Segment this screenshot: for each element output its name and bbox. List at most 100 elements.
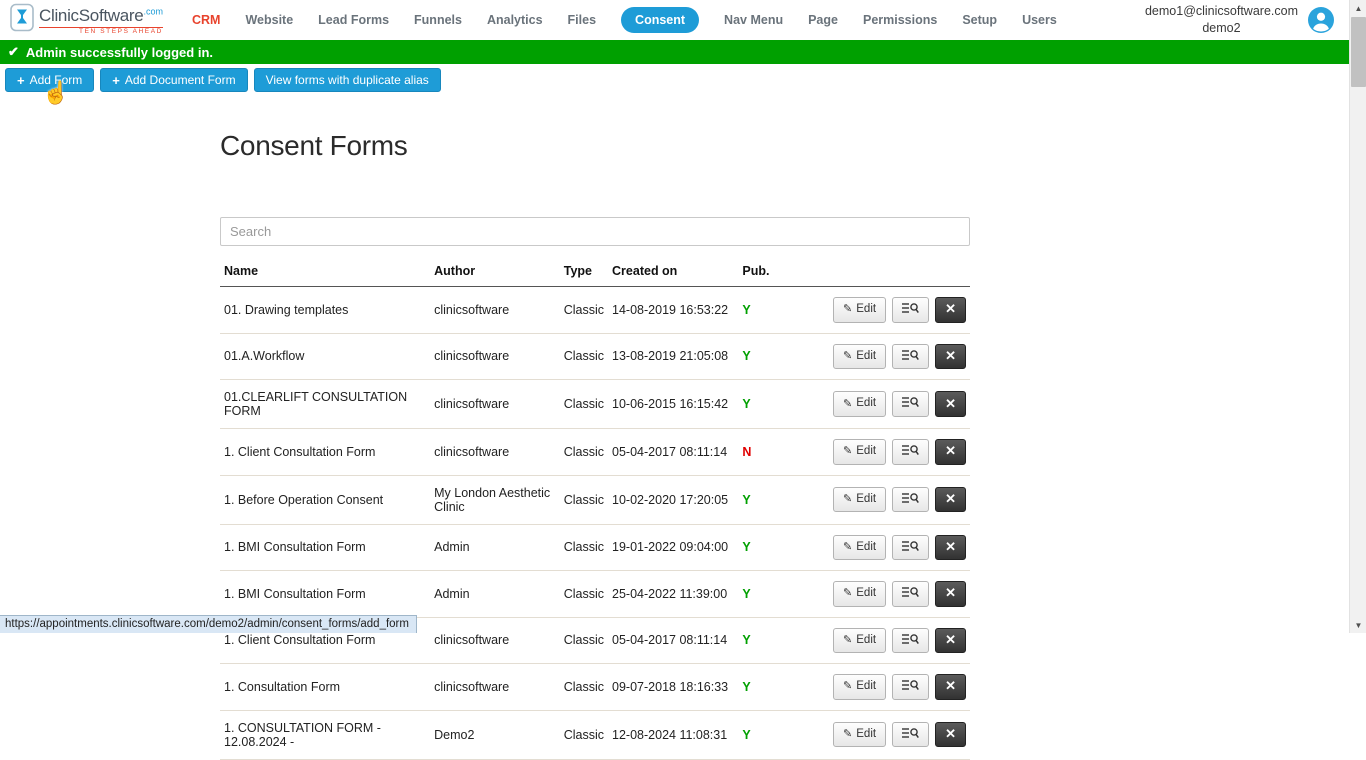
delete-button[interactable]: ✕ [935, 391, 966, 417]
edit-button[interactable]: ✎ Edit [833, 674, 886, 700]
form-type: Classic [560, 380, 608, 429]
table-row: 1. BMI Consultation Form Admin Classic 2… [220, 571, 970, 618]
form-name: 01.CLEARLIFT CONSULTATION FORM [220, 380, 430, 429]
x-icon: ✕ [945, 726, 956, 741]
view-entries-button[interactable] [892, 297, 929, 323]
col-header-name: Name [220, 255, 430, 287]
form-author: Admin [430, 524, 560, 571]
view-duplicate-alias-button[interactable]: View forms with duplicate alias [254, 68, 441, 92]
table-row: 01. Drawing templates clinicsoftware Cla… [220, 287, 970, 334]
list-search-icon [902, 396, 919, 412]
edit-button[interactable]: ✎ Edit [833, 722, 886, 748]
toolbar: + Add Form + Add Document Form View form… [0, 64, 1366, 96]
add-document-form-label: Add Document Form [125, 73, 236, 87]
row-actions: ✎ Edit [821, 333, 970, 380]
view-entries-button[interactable] [892, 391, 929, 417]
view-entries-button[interactable] [892, 439, 929, 465]
form-author: Admin [430, 571, 560, 618]
form-name: 1. CONSULTATION FORM - 12.08.2024 - [220, 710, 430, 759]
edit-label: Edit [856, 351, 876, 363]
row-actions: ✎ Edit [821, 664, 970, 711]
delete-button[interactable]: ✕ [935, 628, 966, 654]
user-avatar-icon[interactable] [1308, 7, 1334, 33]
form-type: Classic [560, 524, 608, 571]
pencil-icon: ✎ [843, 446, 852, 457]
form-created-on: 10-06-2015 16:15:42 [608, 380, 738, 429]
view-entries-button[interactable] [892, 722, 929, 748]
account-email: demo1@clinicsoftware.com [1145, 3, 1298, 21]
nav-item-funnels[interactable]: Funnels [414, 13, 462, 27]
scroll-up-arrow-icon[interactable]: ▲ [1350, 0, 1366, 16]
consent-forms-table: Name Author Type Created on Pub. 01. Dra… [220, 255, 970, 760]
main-content: Consent Forms Name Author Type Created o… [220, 130, 970, 760]
row-actions: ✎ Edit [821, 475, 970, 524]
x-icon: ✕ [945, 539, 956, 554]
delete-button[interactable]: ✕ [935, 487, 966, 513]
edit-button[interactable]: ✎ Edit [833, 581, 886, 607]
delete-button[interactable]: ✕ [935, 674, 966, 700]
nav-item-nav-menu[interactable]: Nav Menu [724, 13, 783, 27]
clinicsoftware-logo[interactable]: ClinicSoftware.com TEN STEPS AHEAD [10, 3, 178, 37]
form-name: 1. Before Operation Consent [220, 475, 430, 524]
delete-button[interactable]: ✕ [935, 344, 966, 370]
delete-button[interactable]: ✕ [935, 297, 966, 323]
edit-button[interactable]: ✎ Edit [833, 344, 886, 370]
edit-label: Edit [856, 542, 876, 554]
view-entries-button[interactable] [892, 535, 929, 561]
nav-item-permissions[interactable]: Permissions [863, 13, 937, 27]
delete-button[interactable]: ✕ [935, 581, 966, 607]
view-entries-button[interactable] [892, 487, 929, 513]
nav-item-page[interactable]: Page [808, 13, 838, 27]
scrollbar-thumb[interactable] [1351, 17, 1366, 87]
list-search-icon [902, 679, 919, 695]
list-search-icon [902, 727, 919, 743]
nav-item-users[interactable]: Users [1022, 13, 1057, 27]
edit-button[interactable]: ✎ Edit [833, 628, 886, 654]
pencil-icon: ✎ [843, 399, 852, 410]
nav-item-files[interactable]: Files [568, 13, 597, 27]
form-author: Demo2 [430, 710, 560, 759]
x-icon: ✕ [945, 678, 956, 693]
list-search-icon [902, 586, 919, 602]
edit-button[interactable]: ✎ Edit [833, 297, 886, 323]
view-entries-button[interactable] [892, 674, 929, 700]
edit-button[interactable]: ✎ Edit [833, 439, 886, 465]
scroll-down-arrow-icon[interactable]: ▼ [1350, 617, 1366, 633]
nav-item-analytics[interactable]: Analytics [487, 13, 543, 27]
delete-button[interactable]: ✕ [935, 439, 966, 465]
nav-item-website[interactable]: Website [245, 13, 293, 27]
form-type: Classic [560, 333, 608, 380]
view-entries-button[interactable] [892, 344, 929, 370]
list-search-icon [902, 492, 919, 508]
form-type: Classic [560, 710, 608, 759]
plus-icon: + [17, 74, 25, 87]
form-published-flag: Y [738, 287, 821, 334]
edit-label: Edit [856, 681, 876, 693]
form-created-on: 14-08-2019 16:53:22 [608, 287, 738, 334]
view-duplicate-alias-label: View forms with duplicate alias [266, 73, 429, 87]
list-search-icon [902, 540, 919, 556]
main-nav: CRM Website Lead Forms Funnels Analytics… [192, 7, 1057, 33]
form-author: clinicsoftware [430, 429, 560, 476]
col-header-type: Type [560, 255, 608, 287]
nav-item-crm[interactable]: CRM [192, 13, 220, 27]
nav-item-lead-forms[interactable]: Lead Forms [318, 13, 389, 27]
view-entries-button[interactable] [892, 628, 929, 654]
edit-button[interactable]: ✎ Edit [833, 535, 886, 561]
delete-button[interactable]: ✕ [935, 722, 966, 748]
edit-button[interactable]: ✎ Edit [833, 391, 886, 417]
form-name: 1. Consultation Form [220, 664, 430, 711]
search-input[interactable] [220, 217, 970, 246]
account-info: demo1@clinicsoftware.com demo2 [1145, 3, 1308, 38]
form-name: 1. BMI Consultation Form [220, 524, 430, 571]
nav-item-setup[interactable]: Setup [962, 13, 997, 27]
add-document-form-button[interactable]: + Add Document Form [100, 68, 247, 92]
nav-item-consent[interactable]: Consent [621, 7, 699, 33]
vertical-scrollbar[interactable]: ▲ ▼ [1349, 0, 1366, 633]
form-published-flag: Y [738, 710, 821, 759]
plus-icon: + [112, 74, 120, 87]
view-entries-button[interactable] [892, 581, 929, 607]
delete-button[interactable]: ✕ [935, 535, 966, 561]
edit-button[interactable]: ✎ Edit [833, 487, 886, 513]
edit-label: Edit [856, 635, 876, 647]
